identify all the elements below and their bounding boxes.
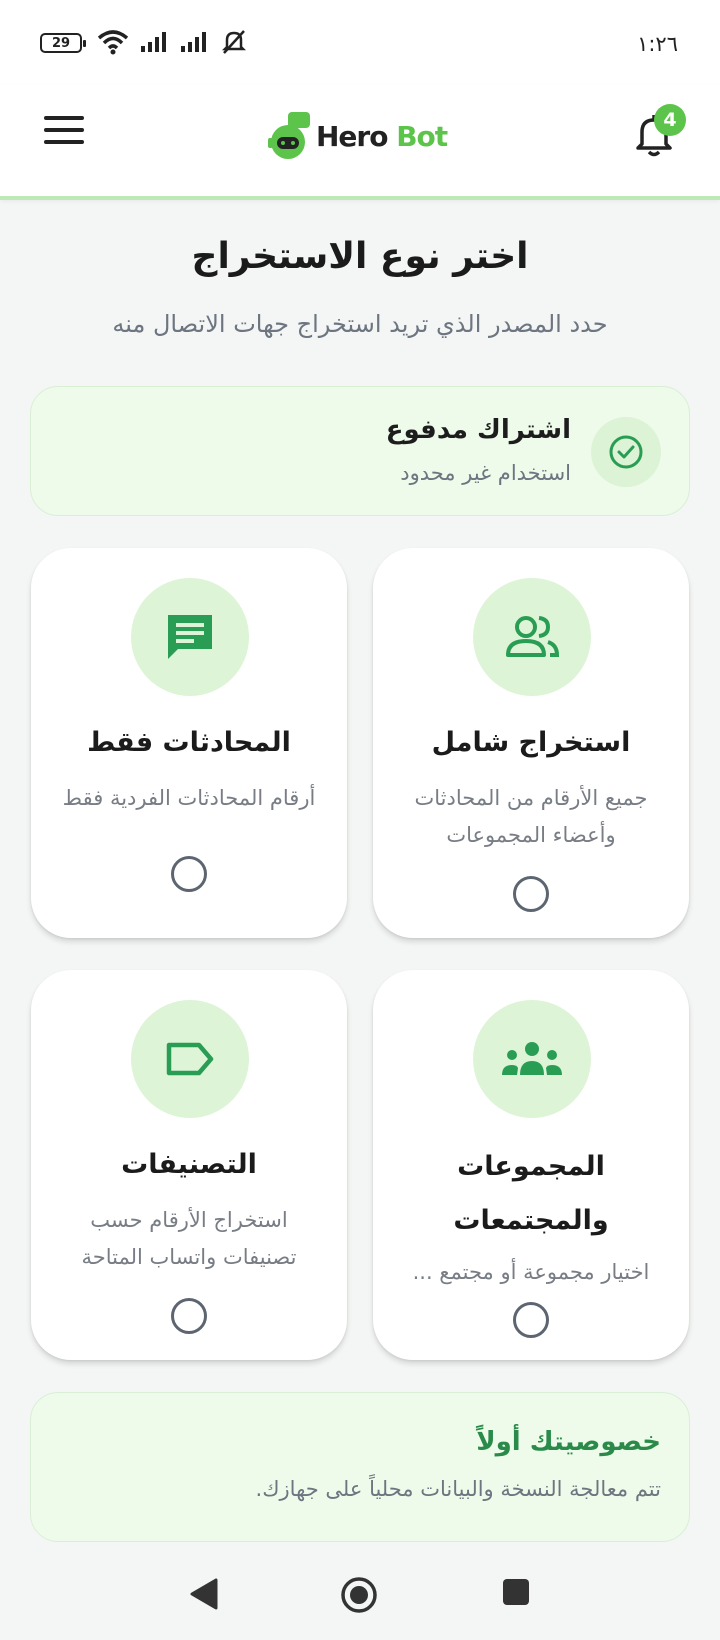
label-icon — [131, 1000, 249, 1118]
signal-icon — [141, 32, 166, 52]
subscription-card: اشتراك مدفوع استخدام غير محدود — [30, 386, 690, 516]
home-icon — [341, 1577, 377, 1613]
notification-badge: 4 — [654, 104, 686, 136]
system-nav-bar — [0, 1560, 720, 1640]
subscription-title: اشتراك مدفوع — [385, 415, 571, 445]
privacy-card: خصوصيتك أولاً تتم معالجة النسخة والبيانا… — [30, 1392, 690, 1542]
option-description: استخراج الأرقام حسب تصنيفات واتساب المتا… — [81, 1208, 297, 1269]
status-icons — [96, 28, 248, 56]
option-title: المحادثات فقط — [87, 727, 291, 758]
privacy-title: خصوصيتك أولاً — [476, 1427, 661, 1457]
battery-level: 29 — [51, 35, 71, 51]
privacy-description: تتم معالجة النسخة والبيانات محلياً على ج… — [255, 1477, 661, 1501]
menu-icon — [44, 116, 84, 120]
check-circle-icon — [591, 417, 661, 487]
option-description: جميع الأرقام من المحادثات وأعضاء المجموع… — [414, 786, 648, 847]
signal-icon — [181, 32, 206, 52]
page-title: اختر نوع الاستخراج — [191, 236, 529, 277]
status-bar: 29 ١:٢٦ — [0, 0, 720, 84]
option-title: التصنيفات — [121, 1149, 257, 1180]
option-description: أرقام المحادثات الفردية فقط — [62, 786, 316, 810]
logo-bot-text: Bot — [396, 119, 448, 153]
home-button[interactable] — [340, 1576, 378, 1618]
recents-button[interactable] — [500, 1576, 532, 1612]
option-card-chats-only[interactable]: المحادثات فقط أرقام المحادثات الفردية فق… — [31, 548, 347, 938]
subscription-description: استخدام غير محدود — [400, 461, 571, 485]
menu-button[interactable] — [44, 116, 88, 152]
robot-logo-icon — [268, 112, 310, 159]
back-icon — [190, 1578, 218, 1610]
option-card-labels[interactable]: التصنيفات استخراج الأرقام حسب تصنيفات وا… — [31, 970, 347, 1360]
chat-icon — [131, 578, 249, 696]
bell-off-icon — [221, 30, 247, 54]
clock: ١:٢٦ — [637, 32, 678, 56]
option-title: المجموعات والمجتمعات — [453, 1151, 609, 1236]
radio-button[interactable] — [171, 1298, 207, 1334]
logo-hero-text: Hero — [316, 119, 388, 153]
radio-button[interactable] — [171, 856, 207, 892]
page-subtitle: حدد المصدر الذي تريد استخراج جهات الاتصا… — [112, 310, 608, 338]
groups-icon — [473, 1000, 591, 1118]
option-description: اختيار مجموعة أو مجتمع ... — [412, 1260, 650, 1284]
option-title: استخراج شامل — [431, 727, 631, 758]
battery-icon: 29 — [40, 33, 86, 53]
option-card-groups[interactable]: المجموعات والمجتمعات اختيار مجموعة أو مج… — [373, 970, 689, 1360]
app-header: Hero Bot 4 — [0, 84, 720, 200]
users-icon — [473, 578, 591, 696]
radio-button[interactable] — [513, 876, 549, 912]
back-button[interactable] — [186, 1576, 222, 1616]
radio-button[interactable] — [513, 1302, 549, 1338]
wifi-icon — [97, 30, 129, 55]
logo: Hero Bot — [268, 106, 448, 166]
option-card-comprehensive[interactable]: استخراج شامل جميع الأرقام من المحادثات و… — [373, 548, 689, 938]
recents-icon — [503, 1579, 529, 1605]
